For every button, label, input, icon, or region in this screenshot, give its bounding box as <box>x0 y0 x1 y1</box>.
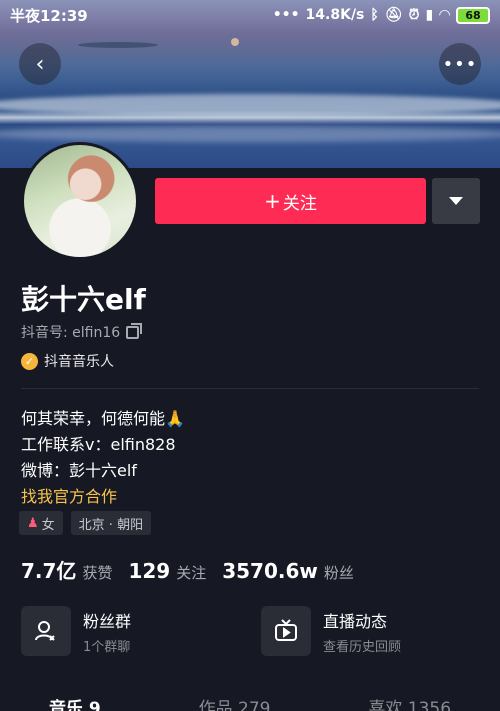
battery-indicator: 68 <box>456 6 490 24</box>
wifi-icon: ◠ <box>439 7 450 23</box>
chevron-left-icon: ‹ <box>35 51 45 77</box>
following-label[interactable]: 关注 <box>176 562 206 583</box>
more-button[interactable]: ••• <box>439 43 481 85</box>
stats-row: 7.7亿 获赞 129 关注 3570.6w 粉丝 <box>21 555 370 584</box>
feature-cards: 粉丝群 1个群聊 直播动态 查看历史回顾 <box>21 606 481 656</box>
copy-icon[interactable] <box>126 322 143 339</box>
followers-label[interactable]: 粉丝 <box>324 562 354 583</box>
live-history-sub: 查看历史回顾 <box>323 639 402 655</box>
tab-likes[interactable]: 喜欢 1356 <box>368 694 451 711</box>
banner-wave <box>0 126 500 142</box>
bio-line: 微博：彭十六elf <box>21 461 137 480</box>
plus-icon: + <box>264 189 281 213</box>
tab-works[interactable]: 作品 279 <box>199 694 271 711</box>
profile-tags: ♟︎ 女 北京 · 朝阳 <box>19 511 152 535</box>
bio-line: 工作联系v：elfin828 <box>21 435 176 454</box>
content-tabs: 音乐 9 作品 279 喜欢 1356 <box>0 694 500 711</box>
signal-icon: ▮ <box>425 7 434 23</box>
fan-group-sub: 1个群聊 <box>83 639 131 655</box>
follow-label: 关注 <box>282 193 317 214</box>
verified-check-icon: ✓ <box>21 352 38 370</box>
triangle-down-icon <box>449 197 463 205</box>
recommend-dropdown-button[interactable] <box>432 178 480 224</box>
alarm-icon: ⏰︎ <box>408 7 420 23</box>
divider <box>21 388 479 389</box>
banner-wave <box>0 94 500 116</box>
more-horizontal-icon: ••• <box>442 53 478 75</box>
follow-button[interactable]: + 关注 <box>155 178 426 224</box>
verified-label: 抖音音乐人 <box>44 354 114 370</box>
verified-badge: ✓ 抖音音乐人 <box>21 351 114 371</box>
douyin-id-text: 抖音号: elfin16 <box>21 325 121 341</box>
live-history-title: 直播动态 <box>323 611 388 631</box>
gender-tag: ♟︎ 女 <box>19 511 63 535</box>
group-icon <box>21 606 71 656</box>
location-tag: 北京 · 朝阳 <box>70 511 152 535</box>
gender-tag-label: 女 <box>41 517 55 533</box>
likes-label: 获赞 <box>82 564 113 582</box>
mute-icon: 🔕︎ <box>384 7 403 23</box>
bluetooth-icon: ᛒ <box>370 7 379 23</box>
bio-official-link[interactable]: 找我官方合作 <box>21 484 185 510</box>
fan-group-card[interactable]: 粉丝群 1个群聊 <box>21 606 241 656</box>
followers-count[interactable]: 3570.6w <box>222 559 318 583</box>
location-tag-label: 北京 · 朝阳 <box>78 517 144 533</box>
network-speed: 14.8K/s <box>305 7 365 23</box>
bio-line: 何其荣幸，何德何能🙏 <box>21 409 185 428</box>
back-button[interactable]: ‹ <box>19 43 61 85</box>
likes-count: 7.7亿 <box>21 559 77 583</box>
status-bar: 半夜12:39 ••• 14.8K/s ᛒ 🔕︎ ⏰︎ ▮ ◠ 68 <box>0 0 500 30</box>
status-time: 半夜12:39 <box>10 6 88 25</box>
banner-moon <box>231 38 239 46</box>
fan-group-title: 粉丝群 <box>83 611 132 631</box>
dots-icon: ••• <box>272 7 300 23</box>
tv-icon <box>261 606 311 656</box>
live-history-card[interactable]: 直播动态 查看历史回顾 <box>261 606 481 656</box>
female-icon: ♟︎ <box>27 515 39 531</box>
banner-island <box>78 42 158 48</box>
avatar[interactable] <box>21 142 139 260</box>
tab-music[interactable]: 音乐 9 <box>49 694 101 711</box>
following-count[interactable]: 129 <box>128 559 170 583</box>
profile-name: 彭十六elf <box>21 283 146 316</box>
bio: 何其荣幸，何德何能🙏 工作联系v：elfin828 微博：彭十六elf 找我官方… <box>21 406 185 510</box>
douyin-id: 抖音号: elfin16 <box>21 322 143 342</box>
